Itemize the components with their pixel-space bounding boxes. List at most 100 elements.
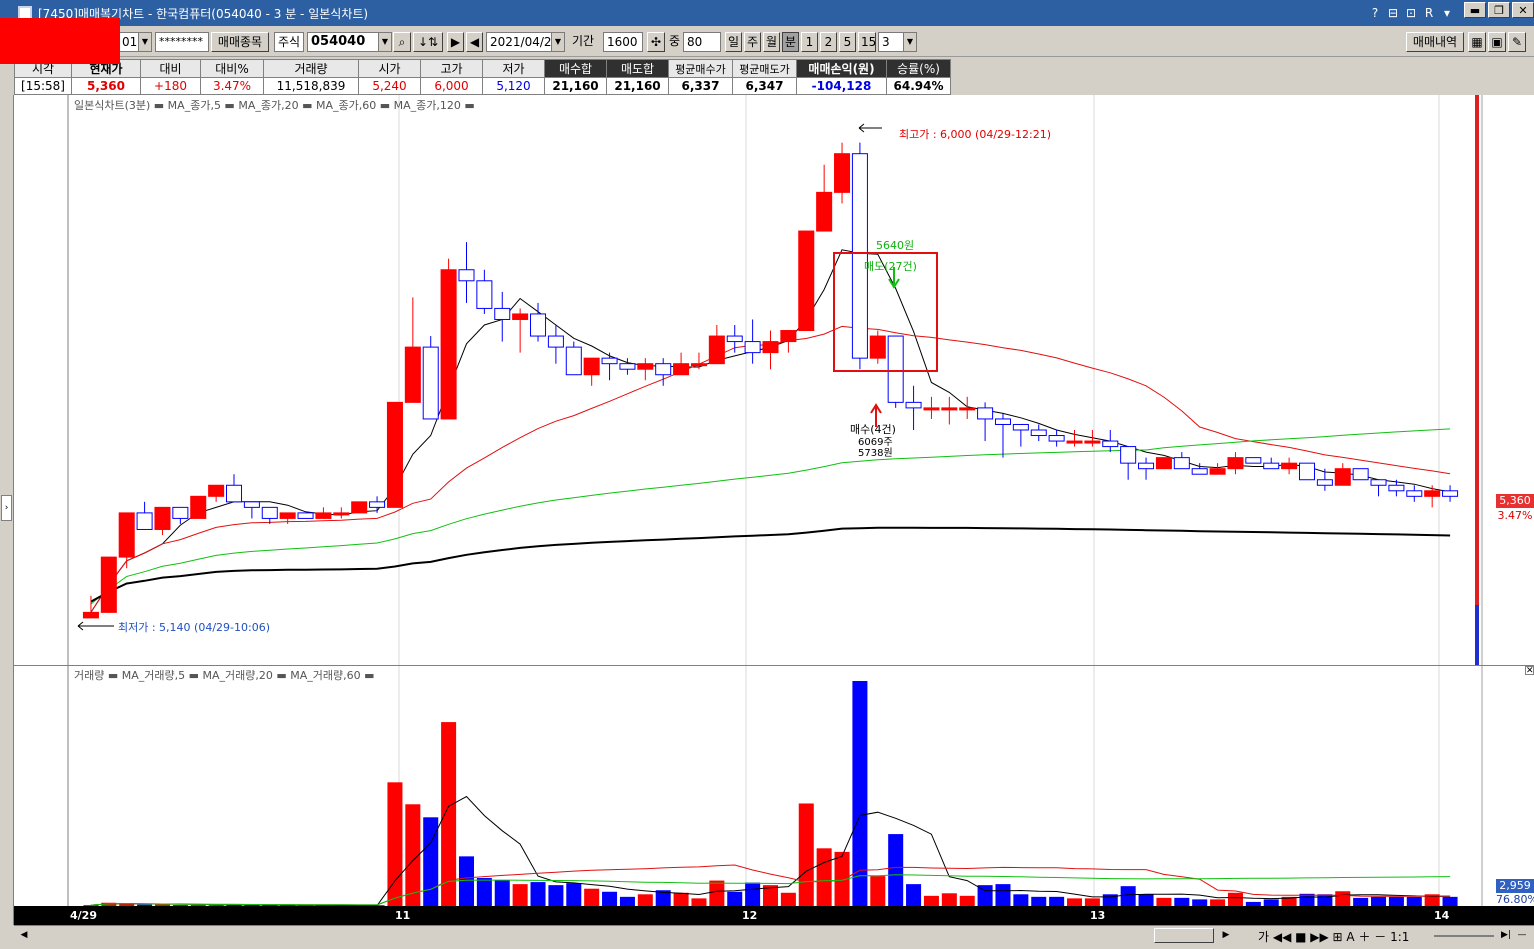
- price-panel[interactable]: 일본식차트(3분) ▬ MA_종가,5 ▬ MA_종가,20 ▬ MA_종가,6…: [14, 95, 1534, 665]
- zoom-end-icon[interactable]: ▶|: [1498, 928, 1514, 943]
- close-button[interactable]: ✕: [1512, 2, 1534, 18]
- buy-price-label: 5738원: [858, 448, 893, 459]
- date-input[interactable]: 2021/04/29: [486, 32, 552, 52]
- scroll-left-icon[interactable]: ◀: [16, 928, 32, 943]
- search-icon[interactable]: ⌕: [393, 32, 411, 52]
- candle-body-72: [1370, 479, 1387, 486]
- val-pnl: -104,128: [796, 77, 887, 95]
- candle-body-8: [225, 484, 243, 503]
- sort-icon[interactable]: ↓⇅: [413, 32, 443, 52]
- volume-bar-58: [1120, 886, 1136, 906]
- last-price-tag: 5,360: [1496, 494, 1534, 508]
- volume-bar-71: [1353, 897, 1369, 906]
- password-field[interactable]: ********: [155, 32, 209, 52]
- candle-body-0: [82, 611, 99, 619]
- volume-bar-73: [1388, 896, 1404, 906]
- trade-items-button[interactable]: 매매종목: [211, 32, 269, 52]
- stock-code-input[interactable]: 054040: [307, 32, 379, 52]
- tab-week[interactable]: 주: [744, 32, 761, 52]
- count-input[interactable]: 80: [683, 32, 721, 52]
- market-select[interactable]: 주식: [274, 32, 304, 52]
- volume-panel[interactable]: 거래량 ▬ MA_거래량,5 ▬ MA_거래량,20 ▬ MA_거래량,60 ▬…: [14, 665, 1534, 907]
- layout-icon[interactable]: ⊡: [1402, 6, 1420, 20]
- prev-icon[interactable]: ◀: [466, 32, 483, 52]
- minimize-button[interactable]: ▬: [1464, 2, 1486, 18]
- zoom-slider[interactable]: [1434, 935, 1494, 937]
- menu-icon[interactable]: ▾: [1438, 6, 1456, 20]
- candle-body-12: [297, 512, 314, 519]
- volume-bar-74: [1406, 896, 1422, 906]
- candle-body-40: [798, 230, 815, 332]
- x-tick-2: 12: [742, 909, 758, 922]
- candle-body-17: [386, 401, 403, 508]
- scroll-right-icon[interactable]: ▶: [1218, 928, 1234, 943]
- candle-body-14: [333, 512, 350, 516]
- tab-2[interactable]: 2: [820, 32, 837, 52]
- candle-body-63: [1209, 468, 1226, 475]
- trade-history-button[interactable]: 매매내역: [1406, 32, 1464, 52]
- volume-bar-21: [458, 856, 474, 906]
- zoom-minus-icon[interactable]: —: [1514, 928, 1530, 943]
- candle-body-66: [1263, 462, 1280, 470]
- tab-1[interactable]: 1: [801, 32, 818, 52]
- candle-body-22: [476, 280, 493, 309]
- settings-icon[interactable]: ✎: [1508, 32, 1526, 52]
- candle-body-57: [1102, 440, 1119, 448]
- tab-minute[interactable]: 분: [782, 32, 799, 52]
- crosshair-icon[interactable]: ✣: [647, 32, 665, 52]
- tab-15[interactable]: 15: [858, 32, 876, 52]
- candle-body-13: [315, 512, 332, 519]
- candle-body-30: [619, 363, 636, 370]
- candle-body-6: [190, 495, 207, 519]
- volume-bar-60: [1156, 897, 1172, 906]
- volume-bar-54: [1049, 896, 1065, 906]
- date-dropdown[interactable]: ▼: [551, 32, 565, 52]
- volume-pct-tag: 76.80%: [1496, 893, 1534, 907]
- volume-bar-47: [923, 895, 939, 906]
- x-tick-3: 13: [1090, 909, 1106, 922]
- account-dropdown[interactable]: ▼: [138, 32, 152, 52]
- tab-day[interactable]: 일: [725, 32, 742, 52]
- candle-body-42: [834, 153, 851, 193]
- expand-panel-button[interactable]: ›: [1, 495, 12, 521]
- next-icon[interactable]: ▶: [447, 32, 464, 52]
- status-bar: [0, 945, 1534, 949]
- candle-body-73: [1388, 484, 1405, 492]
- val-volume: 11,518,839: [263, 77, 359, 95]
- chart-controls[interactable]: 가 ◀◀ ■ ▶▶ ⊞ A ＋ － 1:1: [1258, 928, 1409, 945]
- minute-dropdown[interactable]: ▼: [903, 32, 917, 52]
- high-price-label: 최고가 : 6,000 (04/29-12:21): [899, 128, 1051, 141]
- close-panel-icon[interactable]: ✕: [1525, 666, 1534, 676]
- volume-bar-26: [548, 885, 564, 906]
- candle-body-60: [1155, 457, 1172, 470]
- scroll-thumb[interactable]: [1154, 928, 1214, 943]
- volume-bar-44: [870, 876, 886, 906]
- split-icon[interactable]: ⊟: [1384, 6, 1402, 20]
- period-label: 기간: [572, 34, 595, 48]
- hdr-change: 대비: [140, 59, 201, 78]
- help-icon[interactable]: ?: [1366, 6, 1384, 20]
- table-icon[interactable]: ▦: [1468, 32, 1486, 52]
- account-field[interactable]: 01: [118, 32, 138, 52]
- candle-body-10: [261, 506, 278, 519]
- chart-area[interactable]: 일본식차트(3분) ▬ MA_종가,5 ▬ MA_종가,20 ▬ MA_종가,6…: [14, 95, 1534, 925]
- ma120-line: [90, 526, 1451, 603]
- period-input[interactable]: 1600: [603, 32, 643, 52]
- candle-body-52: [1012, 423, 1029, 431]
- refresh-icon[interactable]: R: [1420, 6, 1438, 20]
- volume-bar-27: [566, 883, 582, 906]
- minute-input[interactable]: 3: [878, 32, 904, 52]
- quote-table: 시각 현재가 대비 대비% 거래량 시가 고가 저가 매수합 매도합 평균매수가…: [14, 59, 951, 95]
- hdr-high: 고가: [420, 59, 483, 78]
- tab-5[interactable]: 5: [839, 32, 856, 52]
- maximize-button[interactable]: ❐: [1488, 2, 1510, 18]
- volume-bar-36: [727, 891, 743, 906]
- stock-code-dropdown[interactable]: ▼: [378, 32, 392, 52]
- candle-body-50: [977, 407, 994, 420]
- sell-count-label: 매도(27건): [864, 260, 917, 273]
- chart-scrollbar[interactable]: ◀ ▶ 가 ◀◀ ■ ▶▶ ⊞ A ＋ － 1:1 ▶| —: [14, 925, 1534, 945]
- hdr-change-pct: 대비%: [200, 59, 264, 78]
- candle-body-15: [351, 501, 368, 514]
- save-icon[interactable]: ▣: [1488, 32, 1506, 52]
- tab-month[interactable]: 월: [763, 32, 780, 52]
